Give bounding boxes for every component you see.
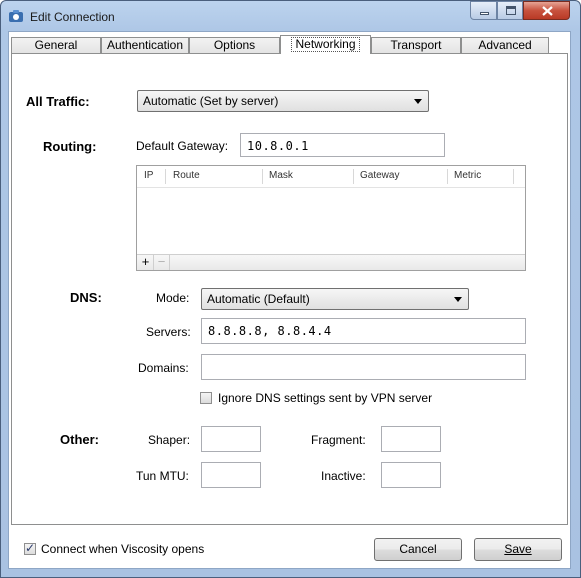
all-traffic-dropdown[interactable]: Automatic (Set by server) [137,90,429,112]
routes-table[interactable]: IP Route Mask Gateway Metric + − [136,165,526,271]
column-divider [165,169,166,184]
window-title: Edit Connection [30,10,115,24]
inactive-field[interactable] [381,462,441,488]
fragment-field[interactable] [381,426,441,452]
connect-on-open-checkbox[interactable] [24,541,36,555]
tab-transport[interactable]: Transport [371,37,461,53]
add-route-button[interactable]: + [138,255,154,270]
fragment-label: Fragment: [311,433,366,447]
close-button[interactable] [523,1,570,20]
cancel-button[interactable]: Cancel [374,538,462,561]
default-gateway-label: Default Gateway: [136,139,229,153]
cancel-button-label: Cancel [399,542,437,556]
all-traffic-label: All Traffic: [26,94,90,109]
dns-servers-value: 8.8.8.8, 8.8.4.4 [208,324,332,338]
ignore-dns-label[interactable]: Ignore DNS settings sent by VPN server [218,391,432,405]
column-mask[interactable]: Mask [269,170,293,181]
default-gateway-value: 10.8.0.1 [247,139,309,153]
column-divider [353,169,354,184]
tab-label: Networking [291,37,360,52]
dns-domains-field[interactable] [201,354,526,380]
tab-label: Options [213,38,256,52]
other-label: Other: [60,432,99,447]
remove-route-button[interactable]: − [154,255,170,270]
tab-general[interactable]: General [11,37,101,53]
routing-label: Routing: [43,139,97,154]
column-gateway[interactable]: Gateway [360,170,399,181]
column-route[interactable]: Route [173,170,200,181]
save-button[interactable]: Save [474,538,562,561]
column-ip[interactable]: IP [144,170,153,181]
inactive-label: Inactive: [321,469,366,483]
viscosity-app-icon [8,9,24,23]
shaper-field[interactable] [201,426,261,452]
tab-label: Authentication [106,38,184,52]
maximize-button[interactable] [497,1,523,20]
shaper-label: Shaper: [148,433,191,447]
minimize-icon [480,12,489,15]
tab-label: General [34,38,78,52]
tab-options[interactable]: Options [189,37,280,53]
maximize-icon [506,6,516,15]
chevron-down-icon [454,297,462,302]
routes-table-toolbar: + − [137,254,525,270]
tab-label: Transport [390,38,442,52]
chevron-down-icon [414,99,422,104]
column-divider [262,169,263,184]
dns-mode-label: Mode: [156,291,190,305]
tab-networking[interactable]: Networking [280,35,371,54]
dns-label: DNS: [70,290,102,305]
default-gateway-field[interactable]: 10.8.0.1 [240,133,445,157]
dns-mode-dropdown[interactable]: Automatic (Default) [201,288,469,310]
dns-servers-label: Servers: [146,325,191,339]
ignore-dns-checkbox[interactable] [200,392,212,404]
tab-authentication[interactable]: Authentication [101,37,189,53]
dns-mode-value: Automatic (Default) [207,292,310,306]
close-icon [542,6,553,16]
connect-on-open-label[interactable]: Connect when Viscosity opens [41,542,204,556]
title-bar[interactable]: Edit Connection [0,0,581,31]
tab-advanced[interactable]: Advanced [461,37,549,53]
tun-mtu-field[interactable] [201,462,261,488]
dns-servers-field[interactable]: 8.8.8.8, 8.8.4.4 [201,318,526,344]
minimize-button[interactable] [470,1,497,20]
column-divider [447,169,448,184]
column-metric[interactable]: Metric [454,170,481,181]
routes-table-header: IP Route Mask Gateway Metric [137,166,525,188]
all-traffic-value: Automatic (Set by server) [143,94,279,108]
column-divider [513,169,514,184]
dns-domains-label: Domains: [138,361,189,375]
tun-mtu-label: Tun MTU: [136,469,189,483]
save-button-label: Save [504,542,532,556]
tab-label: Advanced [478,38,532,52]
